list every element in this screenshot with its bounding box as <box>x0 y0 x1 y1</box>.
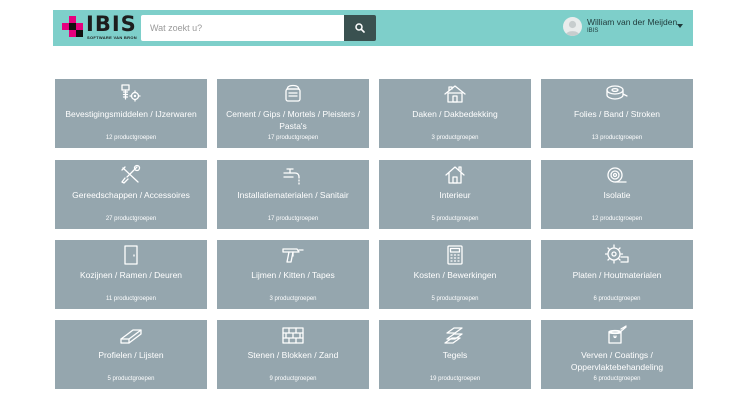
insulation-roll-icon <box>607 167 627 183</box>
product-group-count: 13 productgroepen <box>591 135 643 141</box>
product-group-count: 5 productgroepen <box>431 216 479 222</box>
door-icon <box>124 245 138 265</box>
product-group-count: 6 productgroepen <box>593 296 641 302</box>
ibis-logo[interactable]: IBIS SOFTWARE VAN BRON <box>62 12 137 42</box>
category-title: Stenen / Blokken / Zand <box>247 350 339 360</box>
product-group-count: 17 productgroepen <box>267 135 319 141</box>
category-tile[interactable]: Bevestigingsmiddelen / IJzerwaren 12 prod… <box>55 79 207 148</box>
category-tile[interactable]: Tegels 19 productgroepen <box>379 320 531 389</box>
category-title: Tegels <box>442 350 468 360</box>
category-tile[interactable]: Lijmen / Kitten / Tapes 3 productgroepen <box>217 240 369 309</box>
chevron-down-icon <box>677 24 683 28</box>
product-group-count: 27 productgroepen <box>105 216 157 222</box>
product-group-count: 5 productgroepen <box>431 296 479 302</box>
top-header: IBIS SOFTWARE VAN BRON William van der M… <box>53 10 693 46</box>
category-title: Kosten / Bewerkingen <box>413 270 497 280</box>
search-input[interactable] <box>141 15 344 41</box>
cement-bag-icon <box>285 84 301 102</box>
category-tile[interactable]: Cement / Gips / Mortels / Pleisters / Pa… <box>217 79 369 148</box>
product-group-count: 12 productgroepen <box>591 216 643 222</box>
calculator-icon <box>447 245 463 265</box>
product-group-count: 9 productgroepen <box>269 376 317 382</box>
product-group-count: 19 productgroepen <box>429 376 481 382</box>
category-tile[interactable]: Kosten / Bewerkingen 5 productgroepen <box>379 240 531 309</box>
category-title: Installatiematerialen / Sanitair <box>237 190 349 200</box>
category-title: Cement / Gips / Mortels / Pleisters / Pa… <box>226 109 360 131</box>
product-group-count: 3 productgroepen <box>431 135 479 141</box>
product-group-count: 11 productgroepen <box>106 296 156 302</box>
category-title: Profielen / Lijsten <box>98 350 164 360</box>
product-group-count: 3 productgroepen <box>269 296 317 302</box>
category-title: Daken / Dakbedekking <box>412 109 498 119</box>
home-icon <box>445 166 465 184</box>
product-group-count: 6 productgroepen <box>593 376 641 382</box>
category-tile[interactable]: Daken / Dakbedekking 3 productgroepen <box>379 79 531 148</box>
category-tile[interactable]: Folies / Band / Stroken 13 productgroepen <box>541 79 693 148</box>
category-title: Verven / Coatings / Oppervlaktebehandeli… <box>570 350 664 372</box>
category-tile[interactable]: Interieur 5 productgroepen <box>379 160 531 229</box>
category-tile[interactable]: Platen / Houtmaterialen 6 productgroepen <box>541 240 693 309</box>
category-tile[interactable]: Gereedschappen / Accessoires 27 productgr… <box>55 160 207 229</box>
glue-gun-icon <box>282 248 304 263</box>
product-group-count: 12 productgroepen <box>105 135 157 141</box>
category-tile[interactable]: Installatiematerialen / Sanitair 17 produ… <box>217 160 369 229</box>
saw-blade-icon <box>605 244 629 264</box>
category-tile[interactable]: Isolatie 12 productgroepen <box>541 160 693 229</box>
user-organization: IBIS <box>587 28 599 34</box>
category-title: Kozijnen / Ramen / Deuren <box>79 270 183 280</box>
bricks-icon <box>282 327 304 344</box>
category-tile[interactable]: Stenen / Blokken / Zand 9 productgroepen <box>217 320 369 389</box>
search-icon <box>355 23 365 33</box>
profile-beam-icon <box>120 329 142 344</box>
search-bar <box>141 15 376 41</box>
category-tile[interactable]: Kozijnen / Ramen / Deuren 11 productgroep… <box>55 240 207 309</box>
house-roof-icon <box>444 85 466 103</box>
product-group-count: 5 productgroepen <box>107 376 155 382</box>
category-title: Platen / Houtmaterialen <box>572 270 662 280</box>
screw-gear-icon <box>121 84 141 102</box>
tools-icon <box>121 164 141 184</box>
logo-subtext: SOFTWARE VAN BRON <box>87 35 137 40</box>
user-menu[interactable]: William van der Meijden IBIS <box>563 16 688 40</box>
logo-text: IBIS <box>86 12 137 36</box>
category-title: Isolatie <box>603 190 631 200</box>
category-title: Gereedschappen / Accessoires <box>72 190 190 200</box>
category-tile[interactable]: Profielen / Lijsten 5 productgroepen <box>55 320 207 389</box>
category-title: Bevestigingsmiddelen / IJzerwaren <box>65 109 197 119</box>
paint-can-icon <box>608 325 627 344</box>
user-name: William van der Meijden <box>587 17 678 27</box>
avatar <box>563 17 582 36</box>
search-button[interactable] <box>344 15 376 41</box>
category-title: Lijmen / Kitten / Tapes <box>251 270 335 280</box>
category-tile[interactable]: Verven / Coatings / Oppervlaktebehandeli… <box>541 320 693 389</box>
faucet-icon <box>283 168 300 185</box>
category-title: Folies / Band / Stroken <box>574 109 660 119</box>
category-title: Interieur <box>439 190 471 200</box>
tape-roll-icon <box>606 85 628 100</box>
logo-mark-icon <box>62 16 84 38</box>
product-group-count: 17 productgroepen <box>267 216 319 222</box>
tiles-icon <box>444 327 463 344</box>
